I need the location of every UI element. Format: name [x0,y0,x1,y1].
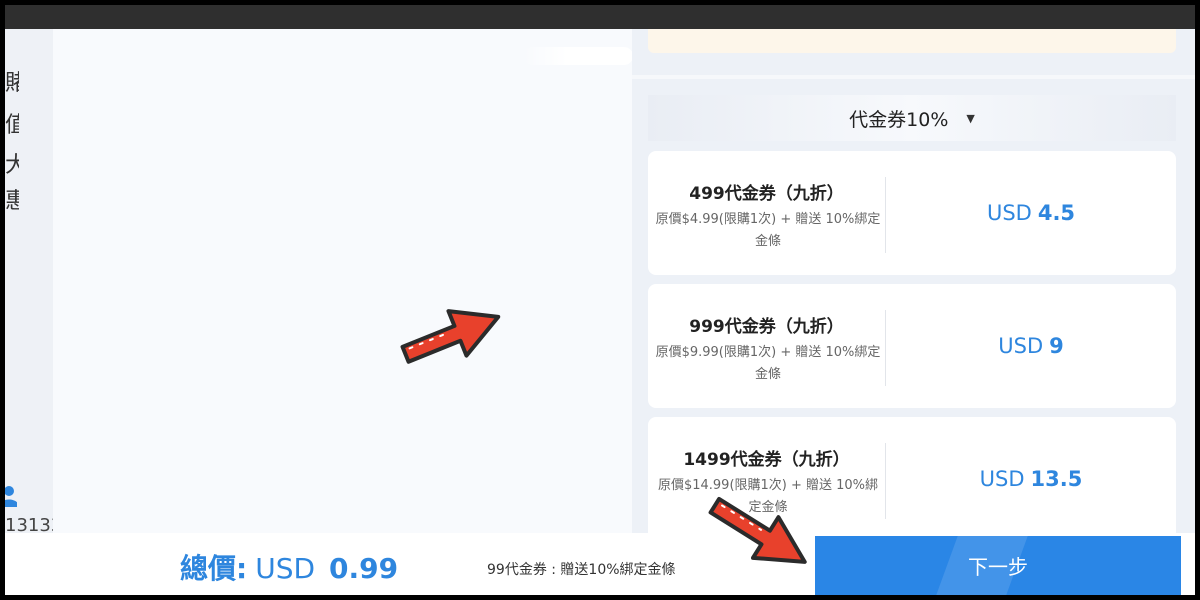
price-currency: USD [979,467,1025,491]
total-amount: 0.99 [329,552,399,585]
annotation-arrow-icon [708,496,807,564]
total-currency: USD [255,552,316,585]
coupon-price: USD 13.5 [886,417,1176,541]
coupon-price: USD 9 [886,284,1176,408]
caret-down-icon: ▼ [966,111,975,125]
coupon-panel: 代金券10% ▼ 499代金券（九折） 原價$4.99(限購1次) + 贈送 1… [632,29,1195,541]
app-screen: 賭 值 大 惠 13133 代金券10% ▼ 499代金券（九折） 原價$4.9… [5,5,1195,595]
dropdown-label: 代金券10% [849,108,949,131]
coupon-info: 999代金券（九折） 原價$9.99(限購1次) + 贈送 10%綁定金條 [648,284,885,408]
user-icon [5,485,17,507]
top-bar [5,5,1195,29]
next-step-label: 下一步 [968,555,1028,579]
total-price: 總價: USD 0.99 [180,547,398,587]
total-label: 總價: [180,552,248,585]
price-amount: 9 [1049,334,1064,358]
coupon-description: 原價$4.99(限購1次) + 贈送 10%綁定金條 [655,212,881,249]
coupon-info: 499代金券（九折） 原價$4.99(限購1次) + 贈送 10%綁定金條 [648,151,885,275]
checkout-bar: 總價: USD 0.99 99代金券 : 贈送10%綁定金條 下一步 [5,533,1195,595]
price-amount: 4.5 [1037,201,1076,225]
notice-banner [648,29,1176,53]
coupon-card-999[interactable]: 999代金券（九折） 原價$9.99(限購1次) + 贈送 10%綁定金條 US… [648,284,1176,408]
next-step-button[interactable]: 下一步 [815,536,1181,595]
price-currency: USD [998,334,1044,358]
price-currency: USD [986,201,1032,225]
coupon-price: USD 4.5 [886,151,1176,275]
coupon-title: 499代金券（九折） [689,184,844,204]
order-summary: 99代金券 : 贈送10%綁定金條 [487,562,676,578]
coupon-card-499[interactable]: 499代金券（九折） 原價$4.99(限購1次) + 贈送 10%綁定金條 US… [648,151,1176,275]
sidebar-char: 惠 [5,189,19,214]
sidebar-char: 大 [5,153,19,178]
coupon-description: 原價$9.99(限購1次) + 贈送 10%綁定金條 [655,345,881,382]
annotation-arrow-icon [400,309,501,364]
coupon-title: 999代金券（九折） [689,317,844,337]
coupon-type-dropdown[interactable]: 代金券10% ▼ [648,95,1176,141]
price-amount: 13.5 [1030,467,1083,491]
blurred-banner [523,47,633,65]
divider [632,75,1195,79]
left-sidebar-fragment: 賭 值 大 惠 13133 [5,29,62,595]
sidebar-char: 賭 [5,71,19,96]
coupon-title: 1499代金券（九折） [683,450,850,470]
sidebar-char: 值 [5,113,19,138]
center-panel [53,29,633,533]
